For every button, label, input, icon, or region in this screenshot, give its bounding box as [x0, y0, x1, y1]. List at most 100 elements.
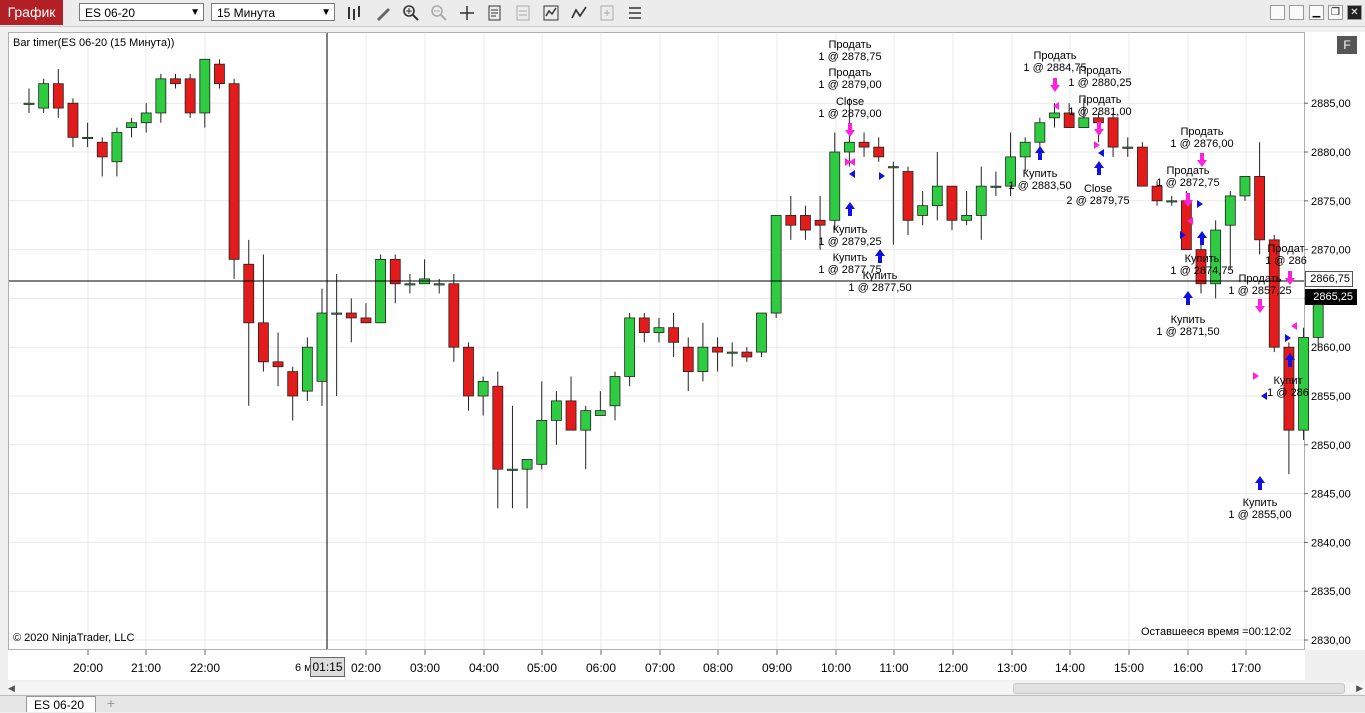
- candle-body: [887, 166, 899, 169]
- candle-body: [170, 78, 181, 85]
- buy-arrow-icon: [1094, 161, 1104, 175]
- x-tick-label: 12:00: [938, 661, 968, 675]
- x-tick-label: 06:00: [586, 661, 616, 675]
- trade-label-price: 1 @ 2884,75: [1023, 62, 1086, 74]
- x-tick-label: 22:00: [190, 661, 220, 675]
- x-tick-label: 02:00: [351, 661, 381, 675]
- candle-body: [492, 385, 504, 470]
- candle-body: [697, 346, 709, 373]
- candle-body: [873, 146, 885, 158]
- candle-body: [712, 346, 723, 353]
- buy-arrow-icon: [845, 202, 855, 216]
- candle-body: [917, 205, 929, 216]
- candle-body: [389, 258, 401, 285]
- chart-trader-toggle-button[interactable]: F: [1337, 36, 1357, 54]
- candle-body: [243, 263, 255, 324]
- y-tick-label: 2845,00: [1311, 489, 1351, 501]
- candle-body: [726, 351, 738, 354]
- trade-label-action: Купить: [1171, 314, 1206, 326]
- candle-body: [477, 380, 489, 397]
- execution-marker-icon: [1098, 149, 1104, 157]
- x-tick-label: 14:00: [1055, 661, 1085, 675]
- x-tick-label: 11:00: [879, 661, 908, 675]
- candle-body: [199, 58, 211, 114]
- candle-body: [214, 63, 225, 85]
- trade-label-action: Продать: [1167, 165, 1210, 177]
- candle-body: [594, 410, 606, 416]
- remaining-time-label: Оставшееся время =00:12:02: [1141, 626, 1292, 638]
- trade-label-price: 1 @ 286: [1265, 255, 1307, 267]
- trade-label-action: Продать: [1079, 65, 1122, 77]
- candle-body: [375, 258, 387, 324]
- trade-label-price: 1 @ 2883,50: [1008, 180, 1071, 192]
- trade-label-price: 1 @ 2872,75: [1156, 177, 1219, 189]
- chart-canvas[interactable]: 2885,002880,002875,002870,002865,002860,…: [0, 0, 1365, 711]
- crosshair-time-label: 01:15: [310, 657, 345, 677]
- x-tick-label: 20:00: [73, 661, 103, 675]
- candle-body: [82, 136, 93, 139]
- candle-body: [404, 283, 416, 286]
- candle-body: [96, 141, 108, 158]
- candle-body: [653, 327, 665, 333]
- trade-label-price: 1 @ 2877,50: [848, 282, 911, 294]
- trade-label-action: Close: [1084, 183, 1112, 195]
- candle-body: [638, 317, 650, 333]
- candle-body: [1180, 200, 1192, 251]
- candle-body: [682, 346, 694, 373]
- candle-body: [1078, 117, 1090, 128]
- candle-body: [756, 312, 767, 353]
- candle-body: [1224, 195, 1236, 226]
- tab-es-06-20[interactable]: ES 06-20: [26, 696, 96, 712]
- x-tick-label: 13:00: [997, 661, 1027, 675]
- candle-body: [1137, 146, 1148, 187]
- candle-body: [301, 346, 313, 392]
- candle-body: [961, 215, 972, 221]
- y-tick-label: 2840,00: [1311, 537, 1351, 549]
- trade-label-action: Продат: [1267, 243, 1304, 255]
- candle-body: [1019, 141, 1031, 158]
- candle-body: [551, 400, 562, 421]
- candle-body: [126, 122, 137, 129]
- candle-body: [38, 83, 50, 109]
- candle-body: [800, 215, 811, 231]
- candle-body: [609, 376, 621, 407]
- horizontal-scrollbar[interactable]: ◀ ▶: [8, 682, 1365, 694]
- y-tick-label: 2835,00: [1311, 586, 1351, 598]
- candle-body: [1239, 175, 1251, 197]
- scroll-right-icon[interactable]: ▶: [1356, 683, 1363, 694]
- execution-marker-icon: [849, 170, 855, 178]
- candle-body: [1034, 122, 1046, 143]
- scrollbar-thumb[interactable]: [1013, 683, 1345, 694]
- trade-label-action: Купит: [1273, 375, 1302, 387]
- execution-marker-icon: [879, 172, 885, 180]
- candle-body: [1254, 175, 1265, 241]
- candle-body: [580, 410, 592, 431]
- execution-marker-icon: [1261, 392, 1267, 400]
- add-tab-button[interactable]: +: [100, 696, 122, 711]
- y-tick-label: 2830,00: [1311, 635, 1351, 647]
- candle-body: [345, 312, 357, 319]
- trade-label-price: 1 @ 2879,25: [818, 236, 881, 248]
- candle-body: [23, 102, 35, 105]
- scroll-left-icon[interactable]: ◀: [8, 683, 15, 694]
- trade-label-price: 1 @ 2874,75: [1170, 265, 1233, 277]
- candle-body: [785, 215, 797, 226]
- crosshair-price-label: 2866,75: [1305, 271, 1353, 287]
- x-tick-label: 21:00: [131, 661, 161, 675]
- candle-body: [931, 185, 943, 207]
- candle-body: [1107, 117, 1119, 148]
- x-tick-label: 05:00: [527, 661, 557, 675]
- y-tick-label: 2870,00: [1311, 245, 1351, 257]
- candle-body: [946, 185, 958, 221]
- x-tick-label: 15:00: [1114, 661, 1144, 675]
- execution-marker-icon: [1094, 141, 1100, 149]
- candle-body: [448, 283, 460, 348]
- x-tick-label: 04:00: [469, 661, 499, 675]
- trade-label-action: Купить: [863, 270, 898, 282]
- trade-label-price: 1 @ 2880,25: [1068, 77, 1131, 89]
- sell-arrow-icon: [1255, 299, 1265, 313]
- candle-body: [536, 419, 548, 465]
- trade-label-price: 1 @ 2881,00: [1068, 106, 1131, 118]
- trade-label-price: 1 @ 2876,00: [1170, 138, 1233, 150]
- execution-marker-icon: [1291, 322, 1297, 330]
